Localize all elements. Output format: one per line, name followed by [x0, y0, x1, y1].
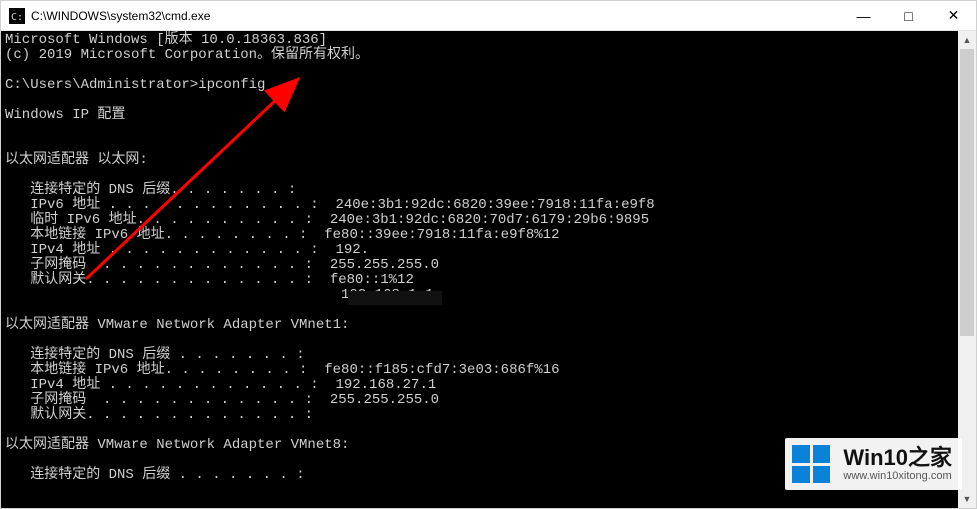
window-controls: — □ ✕	[841, 1, 976, 31]
watermark-brand: Win10之家	[843, 446, 952, 470]
terminal-area[interactable]: Microsoft Windows [版本 10.0.18363.836] (c…	[1, 31, 976, 508]
maximize-button[interactable]: □	[886, 1, 931, 31]
windows-logo-icon	[789, 442, 833, 486]
scroll-thumb[interactable]	[960, 49, 974, 336]
minimize-button[interactable]: —	[841, 1, 886, 31]
terminal-output: Microsoft Windows [版本 10.0.18363.836] (c…	[5, 33, 976, 483]
svg-text:C:: C:	[11, 12, 23, 23]
close-button[interactable]: ✕	[931, 1, 976, 31]
scroll-up-button[interactable]: ▲	[958, 31, 976, 49]
watermark-badge: Win10之家 www.win10xitong.com	[785, 438, 962, 490]
scroll-down-button[interactable]: ▼	[958, 490, 976, 508]
scroll-track[interactable]	[958, 49, 976, 490]
vertical-scrollbar[interactable]: ▲ ▼	[958, 31, 976, 508]
window-title: C:\WINDOWS\system32\cmd.exe	[31, 9, 841, 23]
watermark-url: www.win10xitong.com	[843, 470, 952, 482]
window-titlebar: C: C:\WINDOWS\system32\cmd.exe — □ ✕	[1, 1, 976, 31]
cmd-icon: C:	[9, 8, 25, 24]
